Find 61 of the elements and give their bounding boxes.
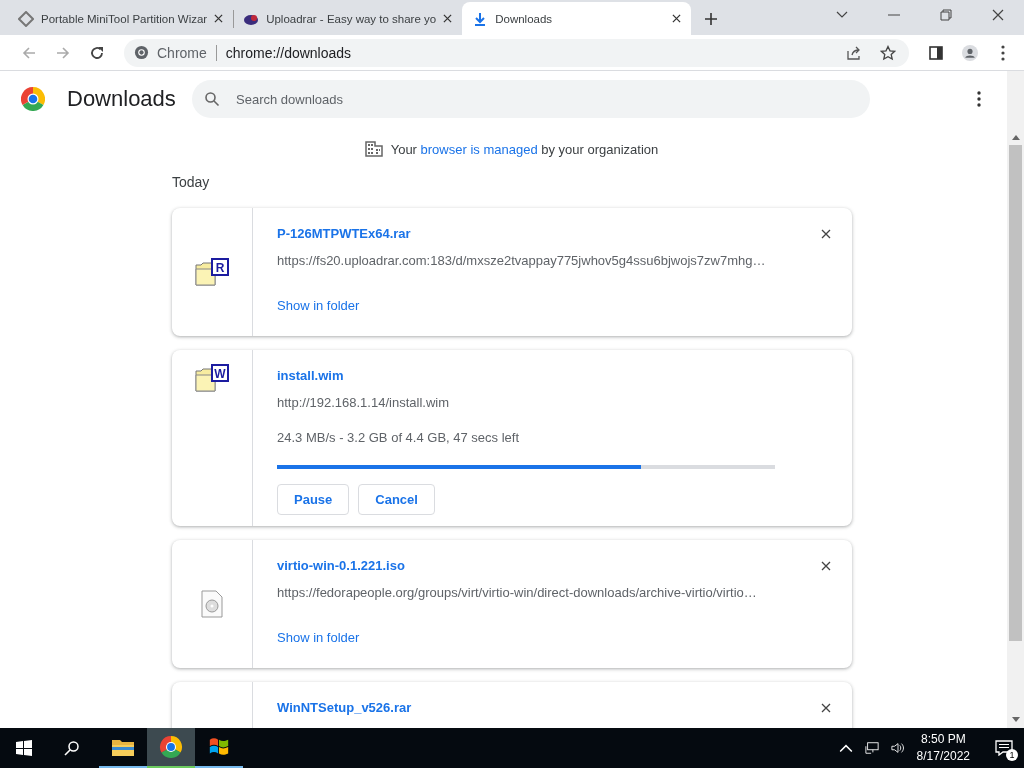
- source-url: http://192.168.1.14/install.wim: [277, 395, 449, 410]
- show-in-folder-link[interactable]: Show in folder: [277, 298, 360, 313]
- action-button[interactable]: Cancel: [358, 484, 435, 515]
- taskbar-app[interactable]: [147, 728, 195, 768]
- close-icon[interactable]: [821, 229, 831, 239]
- file-name-link[interactable]: install.wim: [277, 368, 344, 383]
- managed-link[interactable]: browser is managed: [420, 141, 538, 157]
- close-icon[interactable]: [443, 14, 453, 23]
- managed-notice: Your browser is managed by your organization: [390, 141, 659, 157]
- browser-tab[interactable]: Portable MiniTool Partition Wizar: [8, 2, 234, 35]
- tab-title: Portable MiniTool Partition Wizar: [41, 12, 208, 25]
- scroll-down-icon[interactable]: [1011, 717, 1020, 723]
- site-label: Chrome: [157, 44, 207, 61]
- close-icon[interactable]: [214, 14, 224, 23]
- file-name-link[interactable]: virtio-win-0.1.221.iso: [277, 558, 405, 573]
- tab-title: Downloads: [495, 12, 554, 25]
- share-icon[interactable]: [846, 44, 862, 61]
- scrollbar-thumb[interactable]: [1009, 145, 1022, 641]
- browser-tab[interactable]: Uploadrar - Easy way to share yo: [233, 2, 463, 35]
- search-icon[interactable]: [64, 740, 80, 756]
- download-status: 24.3 MB/s - 3.2 GB of 4.4 GB, 47 secs left: [277, 430, 520, 445]
- chrome-icon: [159, 736, 183, 758]
- address-bar[interactable]: Chrome chrome://downloads: [124, 38, 909, 67]
- section-heading: Today: [172, 174, 211, 190]
- source-url: https://fedorapeople.org/groups/virt/virtio-win/direct-downloads/archive-virtio/virtio…: [277, 585, 757, 600]
- close-icon[interactable]: [672, 14, 682, 23]
- volume-icon[interactable]: [890, 741, 905, 755]
- page-title: Downloads: [67, 86, 177, 112]
- diamond-icon: [18, 10, 34, 27]
- search-field[interactable]: Search downloads: [192, 80, 870, 118]
- clock-date[interactable]: 8/17/2022: [916, 748, 970, 765]
- windows-start-icon[interactable]: [16, 740, 32, 756]
- close-icon[interactable]: [821, 561, 831, 571]
- scroll-up-icon[interactable]: [1011, 134, 1020, 140]
- restore-icon[interactable]: [940, 9, 952, 21]
- chrome-icon: [134, 45, 149, 60]
- close-icon[interactable]: [821, 703, 831, 713]
- building-icon: [364, 141, 383, 157]
- search-icon: [204, 91, 220, 107]
- menu-icon[interactable]: [1001, 44, 1005, 61]
- chrome-logo-icon: [21, 87, 45, 111]
- side-panel-icon[interactable]: [928, 44, 944, 61]
- notification-count: 1: [1006, 749, 1018, 761]
- reload-icon[interactable]: [89, 44, 105, 61]
- clock-time[interactable]: 8:50 PM: [920, 731, 966, 748]
- source-url: https://fs20.uploadrar.com:183/d/mxsze2tvappay775jwhov5g4ssu6bjwojs7zw7mhg…: [277, 253, 766, 268]
- profile-icon[interactable]: [962, 44, 978, 61]
- show-in-folder-link[interactable]: Show in folder: [277, 630, 360, 645]
- windows-flag-icon: [207, 736, 231, 758]
- star-icon[interactable]: [880, 44, 896, 61]
- plus-icon[interactable]: [705, 13, 718, 25]
- file-name-link[interactable]: WinNTSetup_v526.rar: [277, 700, 412, 715]
- network-icon[interactable]: [864, 741, 879, 755]
- close-icon[interactable]: [992, 9, 1004, 21]
- notification-icon[interactable]: [995, 740, 1013, 756]
- url-text: chrome://downloads: [225, 44, 352, 61]
- tab-title: Uploadrar - Easy way to share yo: [266, 12, 437, 25]
- file-name-link[interactable]: P-126MTPWTEx64.rar: [277, 226, 411, 241]
- browser-tab[interactable]: Downloads: [462, 2, 692, 35]
- action-button[interactable]: Pause: [277, 484, 350, 515]
- more-icon[interactable]: [977, 91, 981, 107]
